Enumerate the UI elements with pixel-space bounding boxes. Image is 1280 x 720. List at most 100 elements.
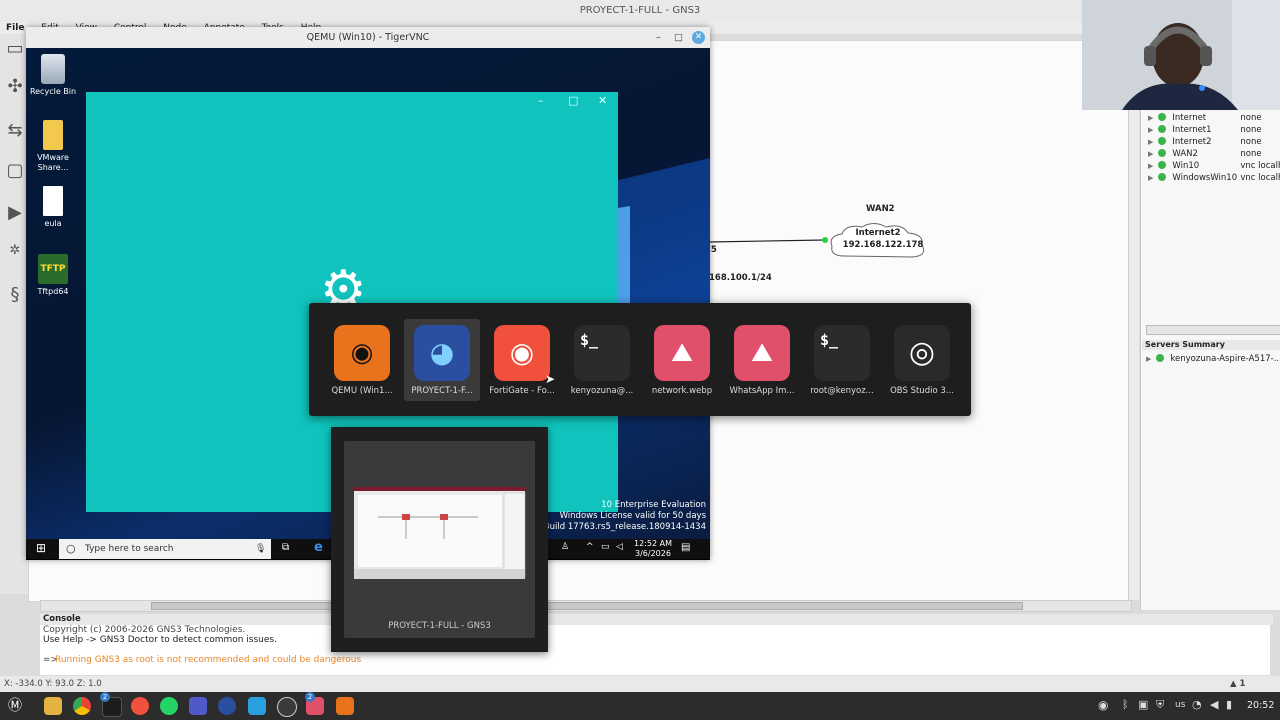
clipboard-icon[interactable]: ▣ — [1138, 698, 1148, 711]
node-console: vnc localho — [1240, 161, 1280, 171]
person-image-icon — [1082, 0, 1280, 110]
recycle-bin-icon[interactable]: Recycle Bin — [26, 54, 80, 97]
expand-arrow-icon[interactable]: ▶ — [1148, 150, 1153, 158]
edge-icon[interactable]: e — [314, 540, 323, 555]
switcher-item[interactable]: ◕ PROYECT-1-F... — [404, 319, 480, 401]
taskbar-date: 3/6/2026 — [635, 549, 671, 558]
switcher-item-label: kenyozuna@... — [570, 386, 634, 396]
topology-node-row[interactable]: ▶ Internet none — [1148, 112, 1262, 124]
minimize-icon[interactable]: – — [656, 27, 661, 48]
server-status-icon — [1156, 354, 1165, 362]
search-placeholder: Type here to search — [85, 544, 174, 554]
volume-icon[interactable]: ◀ — [1210, 698, 1218, 711]
canvas-vertical-scrollbar[interactable] — [1128, 40, 1139, 600]
image-badge: 2 — [305, 692, 315, 702]
topology-node-row[interactable]: ▶ Win10 vnc localho — [1148, 160, 1280, 172]
maximize-icon[interactable]: □ — [674, 27, 683, 48]
expand-arrow-icon[interactable]: ▶ — [1148, 138, 1153, 146]
all-devices-icon[interactable]: ✲ — [4, 240, 26, 262]
vmware-share-icon[interactable]: VMware Share... — [26, 120, 80, 173]
vnc-title-text: QEMU (Win10) - TigerVNC — [306, 32, 430, 43]
tigervnc-panel-icon[interactable] — [336, 697, 354, 715]
console-line-2: Use Help -> GNS3 Doctor to detect common… — [43, 635, 277, 645]
network-tray-icon[interactable]: ▭ — [601, 542, 610, 552]
panel-clock[interactable]: 20:52 — [1247, 700, 1274, 711]
eula-label: eula — [44, 219, 62, 228]
routers-icon[interactable]: ✣ — [4, 76, 26, 98]
cloud-tag: WAN2 — [866, 204, 895, 214]
menu-file[interactable]: File — [6, 23, 24, 33]
topology-node-row[interactable]: ▶ Internet2 none — [1148, 136, 1262, 148]
server-row[interactable]: ▶ kenyozuna-Aspire-A517-... — [1146, 353, 1280, 365]
obs-tray-icon[interactable]: ◉ — [1098, 698, 1108, 712]
setup-close-icon[interactable]: ✕ — [598, 94, 607, 107]
chrome-icon[interactable] — [73, 697, 91, 715]
topology-node-row[interactable]: ▶ Internet1 none — [1148, 124, 1262, 136]
eula-file-icon[interactable]: eula — [26, 186, 80, 229]
node-name: Internet — [1172, 113, 1207, 123]
taskbar-search-box[interactable]: ○ Type here to search 🎙 — [59, 539, 271, 559]
mint-menu-icon[interactable]: Ⓜ — [6, 697, 24, 715]
tftpd64-icon[interactable]: TFTP Tftpd64 — [26, 254, 80, 297]
telegram-panel-icon[interactable] — [248, 697, 266, 715]
windows-start-icon[interactable]: ⊞ — [36, 541, 46, 555]
topology-node-row[interactable]: ▶ WindowsWin10vnc localho — [1148, 172, 1280, 184]
switcher-item-label: FortiGate - Fo... — [489, 386, 555, 396]
setup-maximize-icon[interactable]: □ — [568, 94, 578, 107]
node-console: none — [1240, 149, 1262, 159]
teams-panel-icon[interactable] — [189, 697, 207, 715]
update-shield-icon[interactable]: ⛨ — [1156, 698, 1164, 712]
status-bar: X: -334.0 Y: 93.0 Z: 1.0 ▲ 1 warning — [0, 676, 1280, 705]
node-name: Internet2 — [1172, 137, 1212, 147]
action-center-icon[interactable]: ▤ — [681, 542, 690, 553]
link-icon[interactable]: § — [4, 284, 26, 306]
tigervnc-icon: ◉ — [334, 325, 390, 381]
play-icon[interactable]: ▶ — [4, 202, 26, 224]
people-icon[interactable]: ♙ — [561, 542, 569, 552]
switcher-item[interactable]: ⛰ network.webp — [644, 319, 720, 401]
keyboard-layout[interactable]: us — [1175, 700, 1185, 710]
node-console: vnc localho — [1240, 173, 1280, 183]
window-preview[interactable]: PROYECT-1-FULL - GNS3 — [331, 427, 548, 652]
switcher-item[interactable]: ⛰ WhatsApp Im... — [724, 319, 800, 401]
switcher-item[interactable]: ◉ FortiGate - Fo... — [484, 319, 560, 401]
task-view-icon[interactable]: ⧉ — [282, 542, 289, 553]
wifi-icon[interactable]: ◔ — [1192, 698, 1202, 711]
image-viewer-icon: ⛰ — [654, 325, 710, 381]
switcher-item[interactable]: $_ kenyozuna@... — [564, 319, 640, 401]
volume-tray-icon[interactable]: ◁ — [616, 542, 623, 552]
mouse-cursor-icon: ➤ — [545, 372, 556, 386]
summary-scrollbar[interactable] — [1146, 325, 1280, 335]
whatsapp-panel-icon[interactable] — [160, 697, 178, 715]
files-icon[interactable] — [44, 697, 62, 715]
switcher-item[interactable]: ◎ OBS Studio 3... — [884, 319, 960, 401]
topology-node-list: ▶ Internet none ▶ Internet1 none ▶ Internet2 non… — [1140, 112, 1280, 192]
canvas-horizontal-scrollbar[interactable] — [40, 600, 1132, 612]
expand-arrow-icon[interactable]: ▶ — [1148, 114, 1153, 122]
setup-minimize-icon[interactable]: – — [538, 94, 544, 107]
node-status-icon — [1158, 125, 1167, 133]
obs-panel-icon[interactable] — [277, 697, 297, 717]
monitor-icon[interactable]: ▢ — [4, 160, 26, 182]
switcher-item-label: root@kenyoz... — [810, 386, 874, 396]
close-icon[interactable]: ✕ — [692, 31, 705, 44]
microphone-icon[interactable]: 🎙 — [255, 539, 266, 559]
switcher-item[interactable]: ◉ QEMU (Win1... — [324, 319, 400, 401]
expand-arrow-icon[interactable]: ▶ — [1148, 162, 1153, 170]
obs-icon: ◎ — [894, 325, 950, 381]
tray-chevron-icon[interactable]: ^ — [586, 542, 594, 552]
gns3-panel-icon[interactable] — [218, 697, 236, 715]
switcher-item[interactable]: $_ root@kenyoz... — [804, 319, 880, 401]
topology-node-row[interactable]: ▶ WAN2 none — [1148, 148, 1262, 160]
bluetooth-icon[interactable]: ᛒ — [1122, 698, 1129, 711]
folder-icon[interactable]: ▭ — [4, 38, 26, 60]
expand-arrow-icon[interactable]: ▶ — [1148, 174, 1153, 182]
switcher-item-label: WhatsApp Im... — [729, 386, 795, 396]
expand-arrow-icon[interactable]: ▶ — [1148, 126, 1153, 134]
battery-icon[interactable]: ▮ — [1226, 698, 1232, 711]
taskbar-clock[interactable]: 12:52 AM 3/6/2026 — [634, 539, 672, 559]
arrows-icon[interactable]: ⇆ — [4, 120, 26, 142]
expand-arrow-icon[interactable]: ▶ — [1146, 355, 1151, 363]
firefox-panel-icon[interactable] — [131, 697, 149, 715]
search-circle-icon: ○ — [66, 542, 76, 555]
